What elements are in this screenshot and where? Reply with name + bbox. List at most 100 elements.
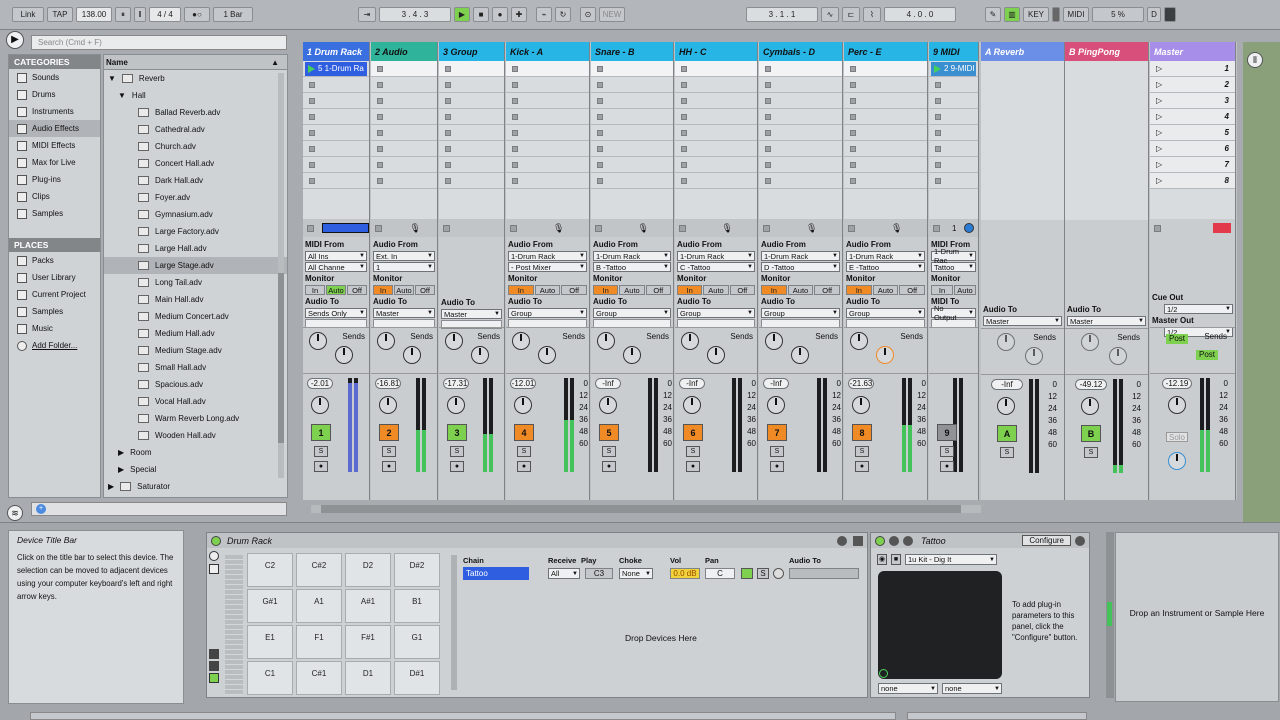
stop-slot-icon[interactable] — [377, 161, 383, 168]
place-current-project[interactable]: Current Project — [9, 286, 100, 303]
clip-slot[interactable] — [303, 173, 369, 189]
monitor-auto-button[interactable]: Auto — [326, 285, 346, 295]
input-channel-select[interactable]: - Post Mixer — [508, 262, 587, 272]
stop-slot-icon[interactable] — [935, 129, 941, 136]
stop-slot-icon[interactable] — [512, 113, 518, 120]
stop-slot-icon[interactable] — [765, 113, 771, 120]
send-b-knob[interactable] — [1025, 347, 1043, 365]
clip-slot[interactable] — [844, 173, 927, 189]
clip-slot[interactable] — [371, 77, 437, 93]
stop-slot-icon[interactable] — [309, 97, 315, 104]
stop-slot-icon[interactable] — [377, 129, 383, 136]
input-channel-select[interactable]: D -Tattoo — [761, 262, 840, 272]
stop-slot-icon[interactable] — [597, 145, 603, 152]
clip-slot[interactable] — [929, 77, 978, 93]
track-activator-button[interactable]: 8 — [852, 424, 872, 441]
arm-record-button[interactable]: ● — [382, 461, 396, 472]
monitor-off-button[interactable]: Off — [645, 285, 671, 295]
track-title[interactable]: Snare - B — [591, 42, 673, 61]
file-item[interactable]: Warm Reverb Long.adv — [104, 410, 287, 427]
pan-knob[interactable] — [997, 397, 1015, 415]
clip-slot[interactable] — [759, 157, 842, 173]
stop-all-clips-icon[interactable] — [1154, 224, 1161, 232]
stop-slot-icon[interactable] — [597, 129, 603, 136]
stop-slot-icon[interactable] — [377, 97, 383, 104]
stop-slot-icon[interactable] — [681, 113, 687, 120]
stop-slot-icon[interactable] — [512, 145, 518, 152]
stop-slot-icon[interactable] — [597, 177, 603, 184]
category-instruments[interactable]: Instruments — [9, 103, 100, 120]
clip-stop-icon[interactable] — [510, 224, 517, 232]
cue-volume-knob[interactable] — [1168, 452, 1186, 470]
monitor-auto-button[interactable]: Auto — [872, 285, 899, 295]
hot-swap-icon[interactable] — [773, 568, 784, 579]
stop-slot-icon[interactable] — [512, 161, 518, 168]
clip-slot[interactable] — [506, 93, 589, 109]
stop-slot-icon[interactable] — [850, 145, 856, 152]
scene-play-icon[interactable]: ▷ — [1156, 80, 1162, 89]
scene-play-icon[interactable]: ▷ — [1156, 160, 1162, 169]
input-type-select[interactable]: 1-Drum Rack — [677, 251, 755, 261]
clip-slot[interactable] — [675, 141, 757, 157]
stop-slot-icon[interactable] — [445, 97, 451, 104]
category-clips[interactable]: Clips — [9, 188, 100, 205]
browser-scrollbar[interactable] — [278, 73, 284, 478]
stop-slot-icon[interactable] — [935, 97, 941, 104]
loop-start[interactable]: 3 . 1 . 1 — [746, 7, 818, 22]
play-note[interactable]: C3 — [585, 568, 613, 579]
input-type-select[interactable]: 1-Drum Rack — [761, 251, 840, 261]
return-activator-button[interactable]: A — [997, 425, 1017, 442]
file-item[interactable]: Long Tail.adv — [104, 274, 287, 291]
input-type-select[interactable]: 1-Drum Rack — [508, 251, 587, 261]
scene-launch[interactable]: ▷ 4 — [1150, 109, 1235, 125]
folder-hall[interactable]: ▼ Hall — [104, 87, 287, 104]
stop-slot-icon[interactable] — [850, 177, 856, 184]
monitor-in-button[interactable]: In — [677, 285, 703, 295]
monitor-in-button[interactable]: In — [508, 285, 534, 295]
send-a-knob[interactable] — [681, 332, 699, 350]
automation-arm-button[interactable]: ⌁ — [536, 7, 552, 22]
configure-button[interactable]: Configure — [1022, 535, 1071, 546]
file-item[interactable]: Concert Hall.adv — [104, 155, 287, 172]
save-preset-icon[interactable] — [837, 535, 847, 546]
file-item[interactable]: Church.adv — [104, 138, 287, 155]
output-select[interactable]: Group — [593, 308, 671, 318]
drum-pad[interactable]: F#1 — [345, 625, 391, 659]
save-icon[interactable]: ■ — [891, 554, 901, 565]
chain-row[interactable]: Tattoo All C3 None 0.0 dB C S — [463, 567, 865, 581]
volume-field[interactable]: -2.01 — [307, 378, 333, 389]
send-b-knob[interactable] — [538, 346, 556, 364]
monitor-off-button[interactable]: Off — [415, 285, 435, 295]
solo-button[interactable]: S — [517, 446, 531, 457]
drum-rack-title-bar[interactable]: Drum Rack — [207, 533, 867, 548]
solo-button[interactable]: S — [382, 446, 396, 457]
scene-play-icon[interactable]: ▷ — [1156, 176, 1162, 185]
return-title[interactable]: A Reverb — [981, 42, 1064, 61]
preview-bar[interactable]: + — [31, 502, 287, 516]
clip-slot[interactable] — [844, 61, 927, 77]
output-select[interactable]: Group — [508, 308, 587, 318]
clip-slot[interactable] — [929, 109, 978, 125]
sig-icon[interactable]: ‖ — [134, 7, 146, 22]
stop-slot-icon[interactable] — [935, 81, 941, 88]
quantization-select[interactable]: 1 Bar — [213, 7, 253, 22]
drum-pad[interactable]: C2 — [247, 553, 293, 587]
clip-slot[interactable] — [439, 93, 504, 109]
send-a-knob[interactable] — [512, 332, 530, 350]
clip-slot[interactable] — [371, 157, 437, 173]
receive-select[interactable]: All — [548, 568, 580, 579]
wrench-icon[interactable] — [903, 535, 913, 546]
play-button[interactable]: ▶ — [454, 7, 470, 22]
file-item[interactable]: Vocal Hall.adv — [104, 393, 287, 410]
stop-slot-icon[interactable] — [681, 145, 687, 152]
folder-saturator[interactable]: ▶ Saturator — [104, 478, 287, 495]
send-b-knob[interactable] — [623, 346, 641, 364]
input-channel-select[interactable]: 1 — [373, 262, 435, 272]
solo-button[interactable]: S — [450, 446, 464, 457]
clip-slot[interactable] — [591, 125, 673, 141]
input-type-select[interactable]: 1-Drum Rack — [846, 251, 925, 261]
send-a-knob[interactable] — [765, 332, 783, 350]
solo-button[interactable]: S — [602, 446, 616, 457]
stop-slot-icon[interactable] — [765, 81, 771, 88]
drum-pad[interactable]: A#1 — [345, 589, 391, 623]
